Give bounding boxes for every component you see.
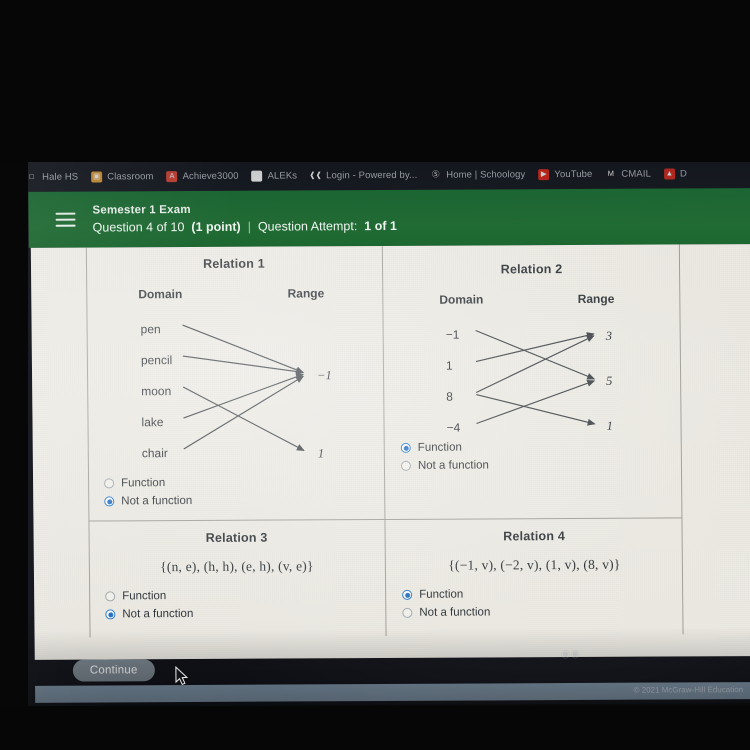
question-points: (1 point) <box>191 219 241 234</box>
choice-label: Function <box>121 477 166 490</box>
bookmark-label: CMAIL <box>621 168 651 180</box>
gmail-icon: M <box>607 169 615 179</box>
clever-icon: ❰❰ <box>309 170 323 180</box>
relation-title: Relation 1 <box>203 256 265 271</box>
drive-icon: ▲ <box>663 167 675 180</box>
question-counter: Question 4 of 10 <box>92 220 185 235</box>
relation-3-cell: Relation 3 {(n, e), (h, h), (e, h), (v, … <box>88 519 387 638</box>
radio-button[interactable] <box>105 591 116 602</box>
header-separator: | <box>247 219 251 234</box>
range-header: Range <box>577 291 615 306</box>
choice-label: Not a function <box>417 459 489 472</box>
bookmark-label: Classroom <box>107 170 154 182</box>
bookmark-label: Achieve3000 <box>182 170 239 182</box>
bookmark-achieve3000[interactable]: A Achieve3000 <box>166 170 239 182</box>
choice-label: Not a function <box>121 494 193 508</box>
hamburger-icon[interactable] <box>48 212 82 227</box>
domain-header: Domain <box>138 287 183 302</box>
bookmark-login-clever[interactable]: ❰❰ Login - Powered by... <box>309 169 418 181</box>
app-header: Semester 1 Exam Question 4 of 10 (1 poin… <box>28 188 750 248</box>
relation-1-mapping-diagram: pen pencil moon lake chair −1 1 <box>100 312 370 475</box>
relation-title: Relation 4 <box>503 529 566 544</box>
bookmark-drive[interactable]: ▲ D <box>663 167 687 180</box>
relation-4-cell: Relation 4 {(−1, v), (−2, v), (1, v), (8… <box>385 518 683 636</box>
relation-1-choice-not-a-function[interactable]: Not a function <box>104 492 192 510</box>
attempt-value: 1 of 1 <box>364 218 397 234</box>
radio-button-selected[interactable] <box>104 496 115 507</box>
schoology-icon: Ⓢ <box>431 169 440 179</box>
bookmark-schoology[interactable]: Ⓢ Home | Schoology <box>430 169 525 180</box>
bookmark-label: Hale HS <box>42 171 79 183</box>
google-icon: G <box>251 170 263 182</box>
domain-header: Domain <box>439 292 484 307</box>
relation-3-choices: Function Not a function <box>105 587 193 623</box>
radio-button-selected[interactable] <box>400 442 411 453</box>
relation-4-choices: Function Not a function <box>402 585 490 621</box>
bookmark-youtube[interactable]: ▶ YouTube <box>538 168 593 180</box>
relation-3-choice-not-a-function[interactable]: Not a function <box>105 605 193 623</box>
bookmark-classroom[interactable]: ▣ Classroom <box>91 170 154 183</box>
relation-2-choice-function[interactable]: Function <box>400 438 489 456</box>
relation-2-headers: Domain Range <box>397 292 666 313</box>
bookmark-label: Home | Schoology <box>446 168 526 181</box>
header-text-block: Semester 1 Exam Question 4 of 10 (1 poin… <box>92 203 397 235</box>
relation-2-cell: Relation 2 Domain Range −1 1 8 −4 3 5 1 … <box>382 244 683 520</box>
bookmark-label: Login - Powered by... <box>326 169 418 181</box>
exam-title: Semester 1 Exam <box>92 204 191 217</box>
radio-button[interactable] <box>400 460 411 471</box>
continue-button[interactable]: Continue <box>72 659 155 682</box>
choice-label: Function <box>122 590 167 603</box>
choice-label: Not a function <box>419 606 491 619</box>
relation-1-cell: Relation 1 Domain Range pen pencil moon … <box>85 245 386 522</box>
youtube-icon: ▶ <box>538 168 550 180</box>
choice-label: Function <box>419 588 464 601</box>
relation-4-set-notation: {(−1, v), (−2, v), (1, v), (8, v)} <box>448 556 621 573</box>
choice-label: Function <box>417 441 462 454</box>
question-page: Relation 1 Domain Range pen pencil moon … <box>30 244 750 660</box>
bookmarks-bar: □ Hale HS ▣ Classroom A Achieve3000 G AL… <box>0 158 750 192</box>
photo-bottom-border <box>0 706 750 750</box>
bookmark-label: ALEKs <box>267 169 298 182</box>
choice-label: Not a function <box>122 607 194 621</box>
achieve3000-icon: A <box>166 170 178 182</box>
photo-left-border <box>0 162 28 707</box>
relation-3-choice-function[interactable]: Function <box>105 587 193 605</box>
bookmark-aleks[interactable]: G ALEKs <box>251 169 298 182</box>
range-header: Range <box>287 286 325 301</box>
bookmark-label: YouTube <box>554 168 593 180</box>
radio-button[interactable] <box>104 478 115 489</box>
copyright-text: © 2021 McGraw-Hill Education <box>633 685 744 695</box>
relation-1-choice-function[interactable]: Function <box>104 474 192 492</box>
relation-1-headers: Domain Range <box>100 286 368 307</box>
attempt-label: Question Attempt: <box>257 219 358 234</box>
bookmark-hale-hs[interactable]: □ Hale HS <box>26 171 78 182</box>
page-footer: © 2021 McGraw-Hill Education <box>35 682 750 703</box>
relation-1-arrows <box>182 324 305 451</box>
relation-3-set-notation: {(n, e), (h, h), (e, h), (v, e)} <box>160 558 314 575</box>
relation-2-choices: Function Not a function <box>400 438 489 474</box>
radio-button-selected[interactable] <box>402 589 413 600</box>
photographed-screen: □ Hale HS ▣ Classroom A Achieve3000 G AL… <box>0 0 750 750</box>
question-status-line: Question 4 of 10 (1 point) | Question At… <box>93 219 397 235</box>
relation-title: Relation 2 <box>500 262 563 277</box>
bookmark-label: D <box>679 167 687 179</box>
relation-4-choice-not-a-function[interactable]: Not a function <box>402 603 490 621</box>
relation-2-choice-not-a-function[interactable]: Not a function <box>400 456 489 474</box>
radio-button-selected[interactable] <box>105 609 116 620</box>
screen-smudge: ◉◉ <box>560 647 581 661</box>
relation-1-choices: Function Not a function <box>104 474 192 510</box>
radio-button[interactable] <box>402 607 413 618</box>
relation-4-choice-function[interactable]: Function <box>402 585 490 603</box>
relations-grid: Relation 1 Domain Range pen pencil moon … <box>85 244 684 638</box>
photo-top-border <box>0 0 750 162</box>
bookmark-gmail[interactable]: M CMAIL <box>605 168 651 179</box>
mouse-cursor <box>175 666 189 686</box>
browser-window: □ Hale HS ▣ Classroom A Achieve3000 G AL… <box>0 158 750 707</box>
google-classroom-icon: ▣ <box>91 170 103 183</box>
relation-title: Relation 3 <box>205 530 268 545</box>
